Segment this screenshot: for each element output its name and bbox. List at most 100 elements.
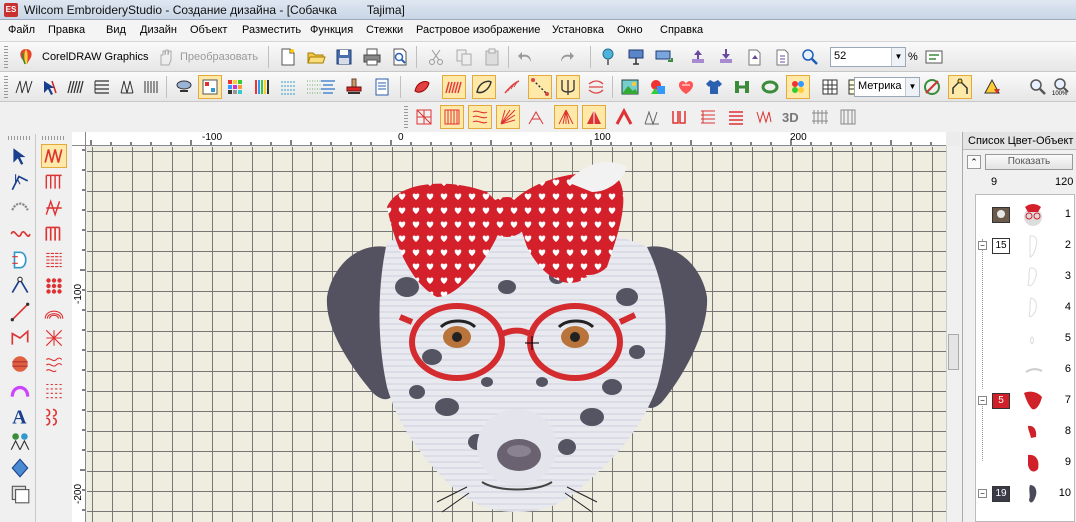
convert-button[interactable]: Преобразовать bbox=[180, 51, 258, 63]
machine-icon[interactable] bbox=[624, 45, 648, 69]
stamp-icon[interactable] bbox=[342, 75, 366, 99]
digitize-d-icon[interactable] bbox=[7, 248, 33, 272]
zoom-box-icon[interactable] bbox=[798, 45, 822, 69]
toolbar-grip[interactable] bbox=[4, 76, 8, 98]
copy-icon[interactable] bbox=[452, 45, 476, 69]
coreldraw-balloon-icon[interactable] bbox=[14, 45, 38, 69]
line-stitch-icon[interactable] bbox=[528, 75, 552, 99]
color-palette-icon[interactable] bbox=[224, 75, 248, 99]
satin-fill-icon[interactable] bbox=[442, 75, 466, 99]
fork-stitch-icon[interactable] bbox=[556, 75, 580, 99]
scrollbar-thumb[interactable] bbox=[948, 334, 959, 370]
menu-view[interactable]: Вид bbox=[106, 24, 126, 36]
satin-type-icon[interactable] bbox=[41, 144, 67, 168]
arc-tool-icon[interactable] bbox=[7, 378, 33, 402]
download-design-icon[interactable] bbox=[714, 45, 738, 69]
spiral-stitch-icon[interactable] bbox=[524, 105, 548, 129]
collapse-icon[interactable]: ⌃ bbox=[967, 155, 981, 169]
toolbar-grip[interactable] bbox=[404, 106, 408, 128]
auto-fabric-icon[interactable] bbox=[786, 75, 810, 99]
menu-object[interactable]: Объект bbox=[190, 24, 227, 36]
chevron-down-icon[interactable]: ▼ bbox=[891, 48, 905, 66]
measure-icon[interactable] bbox=[920, 75, 944, 99]
save-icon[interactable] bbox=[332, 45, 356, 69]
menu-edit[interactable]: Правка bbox=[48, 24, 85, 36]
list-item[interactable]: 5 bbox=[976, 323, 1074, 354]
collapse-tree-icon[interactable]: − bbox=[978, 396, 987, 405]
line-tool-icon[interactable] bbox=[7, 300, 33, 324]
paste-icon[interactable] bbox=[480, 45, 504, 69]
vertical-scrollbar[interactable] bbox=[946, 146, 960, 522]
toolbar-grip[interactable] bbox=[4, 46, 8, 68]
toolbar-grip[interactable] bbox=[42, 136, 66, 140]
zigzag-icon[interactable] bbox=[140, 75, 164, 99]
satin-stitch-icon[interactable] bbox=[64, 75, 88, 99]
list-item[interactable]: 4 bbox=[976, 292, 1074, 323]
grid-stitch-icon[interactable] bbox=[412, 105, 436, 129]
dots-type-icon[interactable] bbox=[41, 274, 67, 298]
menu-design[interactable]: Дизайн bbox=[140, 24, 177, 36]
menu-window[interactable]: Окно bbox=[617, 24, 643, 36]
reshape-object-icon[interactable] bbox=[7, 170, 33, 194]
send-to-machine-icon[interactable] bbox=[652, 45, 676, 69]
wave-stitch-icon[interactable] bbox=[468, 105, 492, 129]
cross-stitch-icon[interactable] bbox=[696, 105, 720, 129]
menu-help[interactable]: Справка bbox=[660, 24, 703, 36]
shapes-icon[interactable] bbox=[646, 75, 670, 99]
outline-leaf-icon[interactable] bbox=[472, 75, 496, 99]
star-stitch-icon[interactable] bbox=[582, 105, 606, 129]
menu-bitmap[interactable]: Растровое изображение bbox=[416, 24, 540, 36]
display-settings-icon[interactable] bbox=[922, 45, 946, 69]
open-folder-icon[interactable] bbox=[304, 45, 328, 69]
cross-fill-icon[interactable] bbox=[41, 326, 67, 350]
menu-stitches[interactable]: Стежки bbox=[366, 24, 403, 36]
zoom-combo[interactable]: 52 ▼ bbox=[830, 47, 906, 67]
layers-icon[interactable] bbox=[7, 482, 33, 506]
people-sequence-icon[interactable] bbox=[316, 75, 340, 99]
stitch-angle-icon[interactable] bbox=[7, 196, 33, 220]
wave-fill-icon[interactable] bbox=[41, 378, 67, 402]
shirt-icon[interactable] bbox=[702, 75, 726, 99]
arc-fill-icon[interactable] bbox=[41, 300, 67, 324]
show-button[interactable]: Показать bbox=[985, 154, 1073, 170]
column-type-icon[interactable] bbox=[41, 222, 67, 246]
list-item[interactable]: 3 bbox=[976, 261, 1074, 292]
columns-stitch-icon[interactable] bbox=[440, 105, 464, 129]
texture-stitch-icon[interactable] bbox=[752, 105, 776, 129]
list-item[interactable]: 8 bbox=[976, 416, 1074, 447]
zoom-icon[interactable] bbox=[1026, 75, 1050, 99]
new-file-icon[interactable] bbox=[276, 45, 300, 69]
list-item[interactable]: − 5 7 bbox=[976, 385, 1074, 416]
lines-stitch-icon[interactable] bbox=[724, 105, 748, 129]
print-preview-icon[interactable] bbox=[388, 45, 412, 69]
gem-icon[interactable] bbox=[7, 456, 33, 480]
fill-ball-icon[interactable] bbox=[7, 352, 33, 376]
design-canvas[interactable]: -100 0 100 200 -100 -200 bbox=[72, 132, 960, 522]
grid-workspace[interactable] bbox=[87, 147, 946, 522]
transform-icon[interactable] bbox=[980, 75, 1004, 99]
applique-icon[interactable] bbox=[674, 75, 698, 99]
print-icon[interactable] bbox=[360, 45, 384, 69]
cut-icon[interactable] bbox=[424, 45, 448, 69]
list-item[interactable]: 1 bbox=[976, 199, 1074, 230]
menu-file[interactable]: Файл bbox=[8, 24, 35, 36]
menu-function[interactable]: Функция bbox=[310, 24, 353, 36]
toolbar-grip[interactable] bbox=[8, 136, 32, 140]
ripple-stitch-icon[interactable] bbox=[640, 105, 664, 129]
fan-stitch-icon[interactable] bbox=[554, 105, 578, 129]
collapse-tree-icon[interactable]: − bbox=[978, 489, 987, 498]
tatami-type-icon[interactable] bbox=[41, 248, 67, 272]
stitch-pattern-icon[interactable] bbox=[276, 75, 300, 99]
color-object-list[interactable]: 1 − 15 2 3 4 5 6 − 5 7 8 9 − 19 10 bbox=[975, 194, 1075, 522]
frame-icon[interactable] bbox=[758, 75, 782, 99]
fish-stitch-icon[interactable] bbox=[584, 75, 608, 99]
run-stitch-icon[interactable] bbox=[116, 75, 140, 99]
reshape-icon[interactable] bbox=[948, 75, 972, 99]
design-info-icon[interactable] bbox=[770, 45, 794, 69]
document-icon[interactable] bbox=[370, 75, 394, 99]
motif-stitch-icon[interactable] bbox=[668, 105, 692, 129]
redo-icon[interactable] bbox=[554, 45, 578, 69]
upload-design-icon[interactable] bbox=[686, 45, 710, 69]
collapse-tree-icon[interactable]: − bbox=[978, 241, 987, 250]
coreldraw-graphics-button[interactable]: CorelDRAW Graphics bbox=[42, 51, 149, 63]
